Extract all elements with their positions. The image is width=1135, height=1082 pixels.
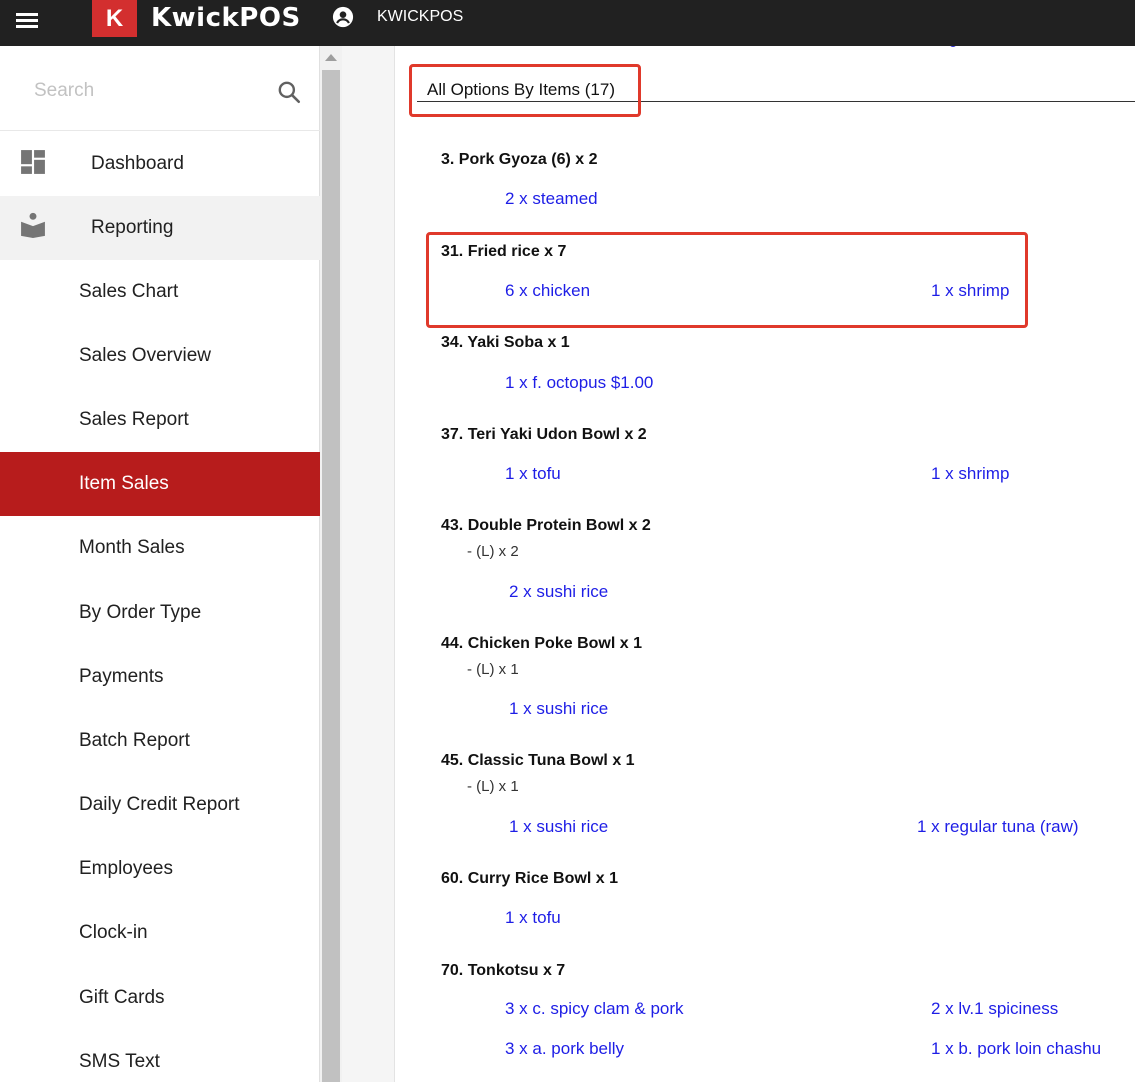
sidebar-item-sales-report[interactable]: Sales Report (0, 388, 320, 452)
sidebar-item-label: Sales Chart (79, 281, 179, 302)
item-name: 43. Double Protein Bowl x 2 (441, 517, 651, 534)
search-input[interactable] (20, 74, 260, 108)
item-option[interactable]: 1 x b. pork loin chashu (931, 1039, 1101, 1059)
sidebar-item-clock-in[interactable]: Clock-in (0, 901, 320, 965)
sidebar-item-payments[interactable]: Payments (0, 645, 320, 709)
item-option[interactable]: 1 x tofu (505, 908, 561, 928)
sidebar-item-label: Employees (79, 858, 173, 879)
item-name: 60. Curry Rice Bowl x 1 (441, 870, 618, 887)
sidebar-scrollbar[interactable] (320, 46, 342, 1082)
sidebar-item-label: Reporting (91, 217, 174, 238)
item-name: 44. Chicken Poke Bowl x 1 (441, 635, 642, 652)
item-option[interactable]: 1 x tofu (505, 464, 561, 484)
sidebar-item-label: Sales Report (79, 409, 189, 430)
sidebar-item-label: Batch Report (79, 730, 190, 751)
dashboard-icon (21, 150, 45, 174)
sidebar-item-employees[interactable]: Employees (0, 837, 320, 901)
sidebar-item-reporting[interactable]: Reporting (0, 196, 320, 260)
sidebar-item-batch-report[interactable]: Batch Report (0, 709, 320, 773)
sidebar-item-sales-overview[interactable]: Sales Overview (0, 324, 320, 388)
item-name: 31. Fried rice x 7 (441, 243, 567, 260)
item-size: - (L) x 2 (467, 543, 519, 560)
sidebar-item-dashboard[interactable]: Dashboard (0, 132, 320, 196)
item-option[interactable]: 1 x sushi rice (509, 817, 608, 837)
scroll-up-arrow-icon[interactable] (325, 54, 337, 61)
sidebar-item-gift-cards[interactable]: Gift Cards (0, 966, 320, 1030)
clipped-text-fragment (949, 46, 957, 47)
item-option[interactable]: 6 x chicken (505, 281, 590, 301)
logo-icon: K (92, 0, 137, 37)
sidebar-item-by-order-type[interactable]: By Order Type (0, 581, 320, 645)
sidebar-item-sales-chart[interactable]: Sales Chart (0, 260, 320, 324)
scroll-thumb[interactable] (322, 70, 340, 1082)
item-option[interactable]: 1 x sushi rice (509, 699, 608, 719)
item-option[interactable]: 1 x shrimp (931, 281, 1009, 301)
item-name: 70. Tonkotsu x 7 (441, 962, 566, 979)
item-name: 3. Pork Gyoza (6) x 2 (441, 151, 598, 168)
item-option[interactable]: 1 x shrimp (931, 464, 1009, 484)
sidebar-item-month-sales[interactable]: Month Sales (0, 516, 320, 580)
user-account-icon[interactable] (332, 6, 354, 28)
app-brand: KwickPOS (151, 3, 301, 33)
sidebar-item-label: SMS Text (79, 1051, 160, 1072)
sidebar-divider (0, 130, 320, 131)
item-name: 34. Yaki Soba x 1 (441, 334, 570, 351)
item-option[interactable]: 3 x c. spicy clam & pork (505, 999, 684, 1019)
sidebar: Dashboard Reporting Sales Chart Sales Ov… (0, 46, 320, 1082)
sidebar-item-label: Clock-in (79, 922, 148, 943)
item-size: - (L) x 1 (467, 778, 519, 795)
item-option[interactable]: 2 x lv.1 spiciness (931, 999, 1058, 1019)
sidebar-item-sms-text[interactable]: SMS Text (0, 1030, 320, 1082)
report-panel: All Options By Items (17) 3. Pork Gyoza … (396, 46, 1135, 1082)
search-icon[interactable] (276, 79, 302, 105)
item-option[interactable]: 3 x a. pork belly (505, 1039, 624, 1059)
sidebar-search (0, 46, 320, 131)
sidebar-item-label: Gift Cards (79, 987, 165, 1008)
menu-icon[interactable] (16, 11, 38, 33)
sidebar-item-label: Daily Credit Report (79, 794, 240, 815)
sidebar-item-label: Payments (79, 666, 164, 687)
content-gutter (342, 46, 395, 1082)
sidebar-item-label: By Order Type (79, 602, 202, 623)
item-size: - (L) x 1 (467, 661, 519, 678)
sidebar-item-label: Month Sales (79, 537, 185, 558)
top-bar: K KwickPOS KWICKPOS (0, 0, 1135, 46)
sidebar-item-daily-credit-report[interactable]: Daily Credit Report (0, 773, 320, 837)
highlight-box (409, 64, 641, 117)
reporting-icon (21, 212, 45, 238)
item-option[interactable]: 2 x steamed (505, 189, 598, 209)
user-name[interactable]: KWICKPOS (377, 8, 463, 26)
item-name: 37. Teri Yaki Udon Bowl x 2 (441, 426, 647, 443)
item-name: 45. Classic Tuna Bowl x 1 (441, 752, 635, 769)
item-option[interactable]: 2 x sushi rice (509, 582, 608, 602)
sidebar-item-label: Dashboard (91, 153, 184, 174)
sidebar-item-label: Sales Overview (79, 345, 211, 366)
item-option[interactable]: 1 x f. octopus $1.00 (505, 373, 653, 393)
sidebar-item-item-sales[interactable]: Item Sales (0, 452, 320, 516)
item-option[interactable]: 1 x regular tuna (raw) (917, 817, 1079, 837)
sidebar-item-label: Item Sales (79, 473, 169, 494)
